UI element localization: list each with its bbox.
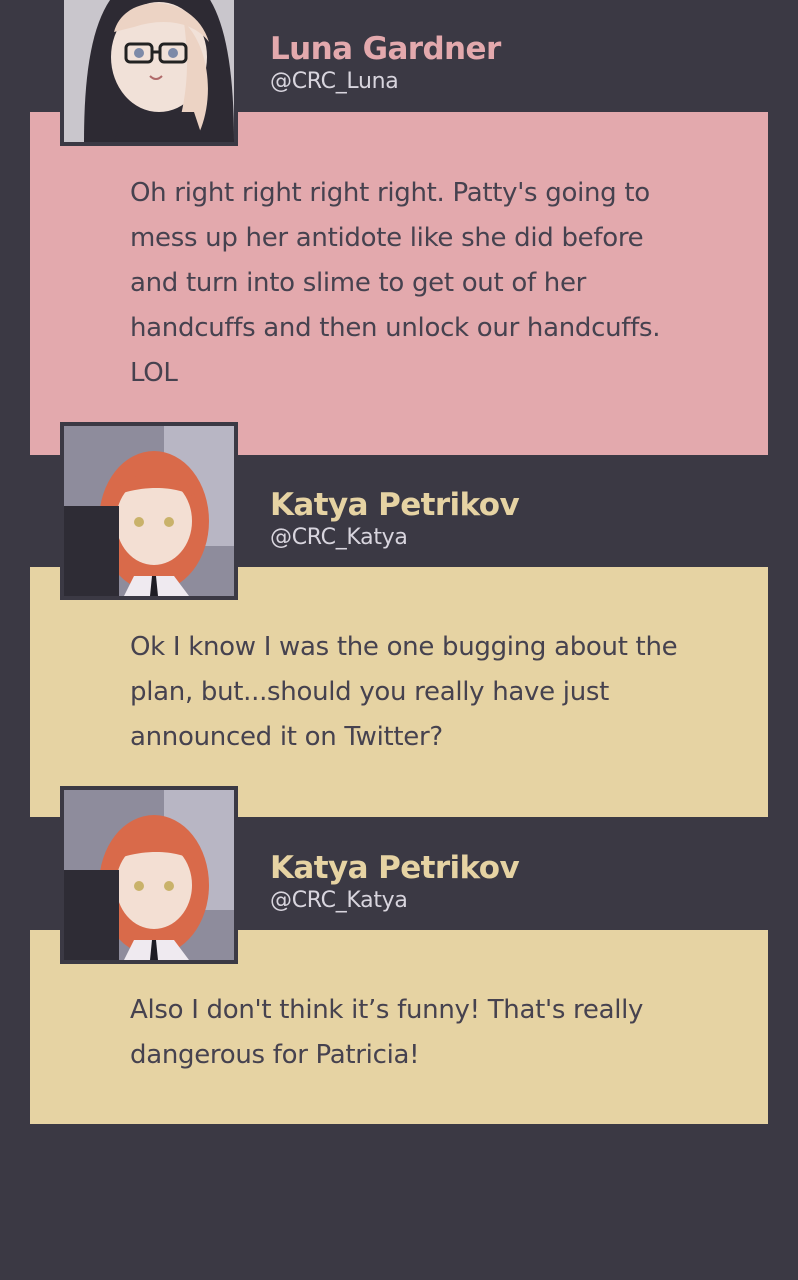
avatar-image — [64, 790, 234, 960]
post-header-luna: Luna Gardner @CRC_Luna — [270, 30, 501, 96]
avatar-image — [64, 0, 234, 142]
post-header-katya-1: Katya Petrikov @CRC_Katya — [270, 486, 520, 552]
post-message: Ok I know I was the one bugging about th… — [130, 632, 678, 752]
avatar-image — [64, 426, 234, 596]
user-handle[interactable]: @CRC_Luna — [270, 68, 501, 96]
post-message: Oh right right right right. Patty's goin… — [130, 178, 661, 388]
user-name[interactable]: Luna Gardner — [270, 30, 501, 68]
user-name[interactable]: Katya Petrikov — [270, 486, 520, 524]
post-header-katya-2: Katya Petrikov @CRC_Katya — [270, 849, 520, 915]
user-name[interactable]: Katya Petrikov — [270, 849, 520, 887]
avatar-katya[interactable] — [60, 422, 238, 600]
user-handle[interactable]: @CRC_Katya — [270, 887, 519, 915]
avatar-katya[interactable] — [60, 786, 238, 964]
user-handle[interactable]: @CRC_Katya — [270, 524, 519, 552]
avatar-luna[interactable] — [60, 0, 238, 146]
post-card-luna: Oh right right right right. Patty's goin… — [30, 112, 768, 455]
post-message: Also I don't think it’s funny! That's re… — [130, 995, 644, 1070]
post-card-katya-1: Ok I know I was the one bugging about th… — [30, 567, 768, 817]
